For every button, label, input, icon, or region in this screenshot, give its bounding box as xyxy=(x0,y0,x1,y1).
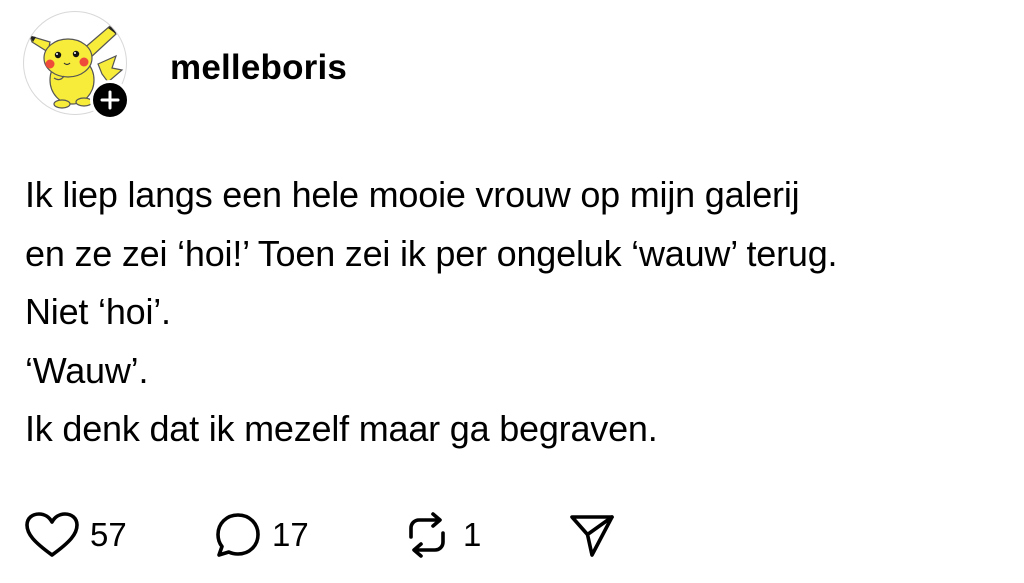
reply-count: 17 xyxy=(272,516,309,553)
username[interactable]: melleboris xyxy=(170,46,347,90)
repost-icon xyxy=(409,512,445,558)
heart-icon xyxy=(25,512,79,557)
post-body-line: Ik denk dat ik mezelf maar ga begraven. xyxy=(25,408,658,449)
post-body-line: ‘Wauw’. xyxy=(25,349,149,391)
plus-icon xyxy=(100,90,120,110)
post-body-line: Ik liep langs een hele mooie vrouw op mi… xyxy=(25,174,800,215)
reply-button[interactable]: 17 xyxy=(214,511,309,559)
post-body-line: Niet ‘hoi’. xyxy=(25,291,171,332)
post-card: melleboris Ik liep langs een hele mooie … xyxy=(0,0,1024,583)
action-bar: 57 17 1 xyxy=(24,511,644,559)
send-paper-plane-icon xyxy=(570,515,614,557)
post-body-line: en ze zei ‘hoi!’ Toen zei ik per ongeluk… xyxy=(25,232,838,274)
repost-button[interactable]: 1 xyxy=(401,511,481,559)
like-count: 57 xyxy=(90,516,127,553)
follow-button[interactable] xyxy=(90,80,130,120)
avatar-group xyxy=(23,11,130,123)
comment-bubble-icon xyxy=(216,513,260,557)
post-body: Ik liep langs een hele mooie vrouw op mi… xyxy=(25,166,1015,459)
repost-count: 1 xyxy=(463,516,482,553)
share-button[interactable] xyxy=(568,511,616,559)
like-button[interactable]: 57 xyxy=(24,511,127,559)
